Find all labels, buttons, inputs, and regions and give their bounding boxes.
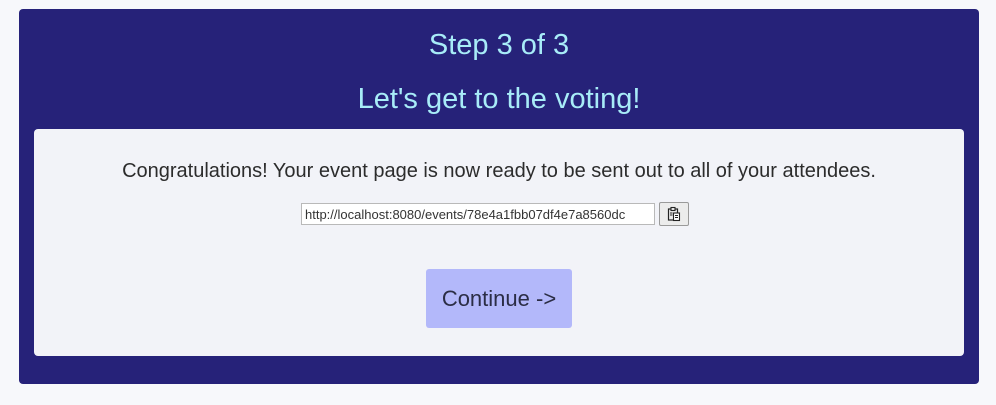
copy-link-button[interactable] bbox=[659, 202, 689, 226]
step-indicator: Step 3 of 3 bbox=[428, 29, 570, 61]
event-link-row bbox=[301, 202, 689, 226]
congratulations-message: Congratulations! Your event page is now … bbox=[122, 160, 876, 182]
event-link-field[interactable] bbox=[301, 203, 655, 225]
content-card: Congratulations! Your event page is now … bbox=[34, 129, 964, 356]
continue-button[interactable]: Continue -> bbox=[426, 269, 572, 328]
setup-panel: Step 3 of 3 Let's get to the voting! Con… bbox=[19, 9, 979, 384]
page-subtitle: Let's get to the voting! bbox=[357, 83, 641, 115]
clipboard-icon bbox=[666, 206, 682, 222]
